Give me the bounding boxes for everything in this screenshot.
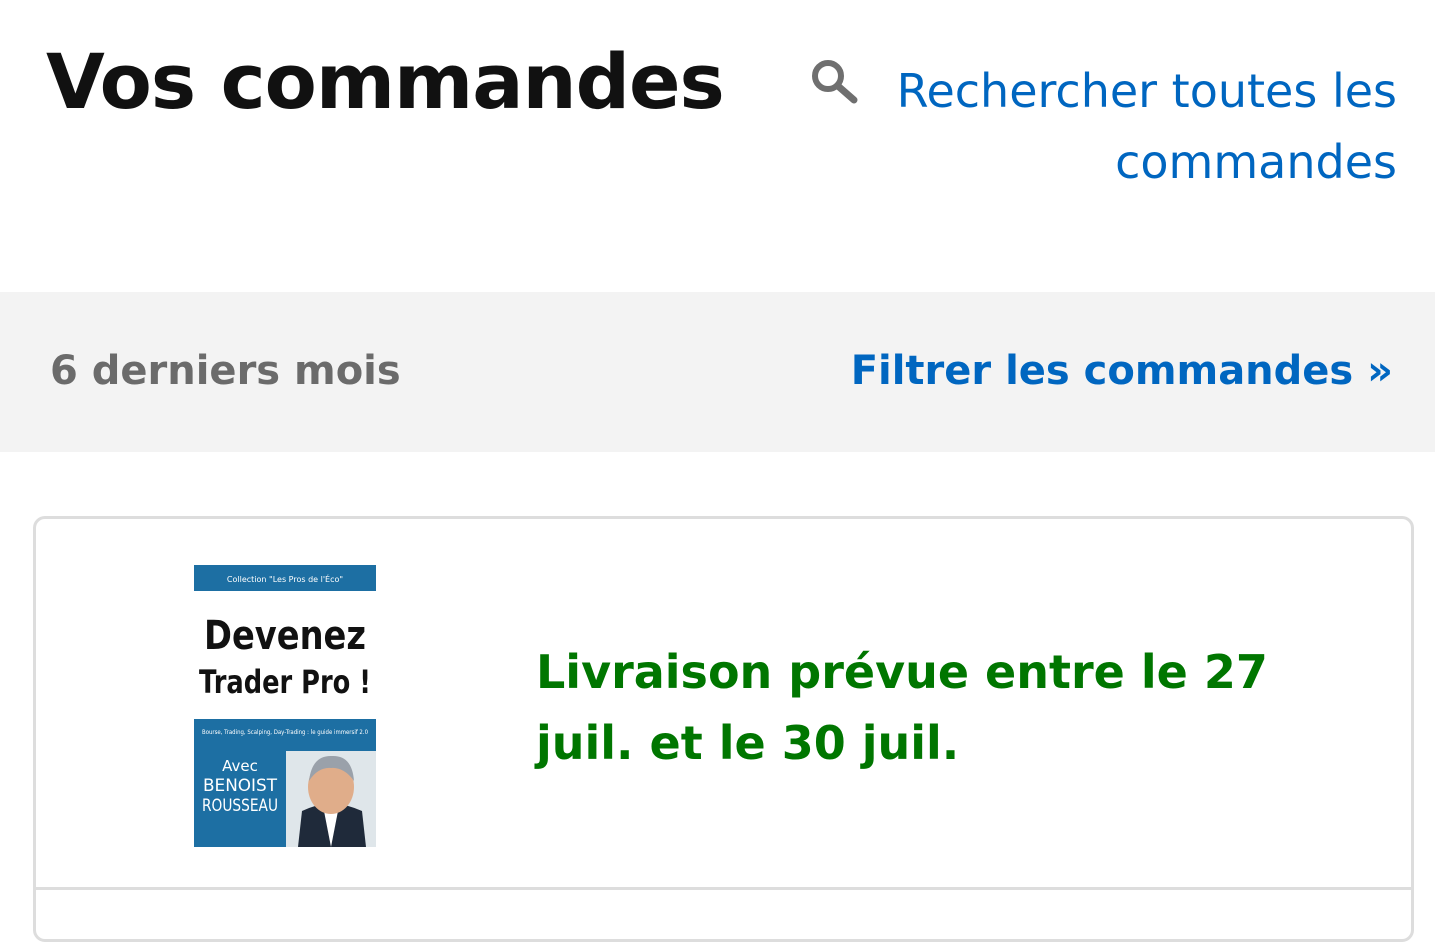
cover-author-prefix: Avec xyxy=(222,757,258,775)
delivery-status: Livraison prévue entre le 27 juil. et le… xyxy=(536,645,1268,770)
search-all-orders-link[interactable]: Rechercher toutes les commandes xyxy=(797,56,1397,198)
page-header: Vos commandes Rechercher toutes les comm… xyxy=(0,0,1435,292)
time-period-label: 6 derniers mois xyxy=(50,348,401,394)
cover-collection-text: Collection "Les Pros de l'Éco" xyxy=(227,573,343,584)
page-title: Vos commandes xyxy=(46,37,725,126)
card-divider xyxy=(36,887,1411,890)
cover-title-line2: Trader Pro ! xyxy=(199,663,371,701)
cover-author-line2: ROUSSEAU xyxy=(202,796,278,816)
cover-subtitle-text: Bourse, Trading, Scalping, Day-Trading :… xyxy=(202,729,368,736)
filter-orders-link[interactable]: Filtrer les commandes » xyxy=(851,338,1393,404)
cover-author-line1: BENOIST xyxy=(203,776,278,796)
cover-title-line1: Devenez xyxy=(204,613,366,659)
filter-bar: 6 derniers mois Filtrer les commandes » xyxy=(0,292,1435,452)
product-image[interactable]: Collection "Les Pros de l'Éco" Devenez T… xyxy=(194,565,376,847)
order-card[interactable]: Collection "Les Pros de l'Éco" Devenez T… xyxy=(33,516,1414,942)
